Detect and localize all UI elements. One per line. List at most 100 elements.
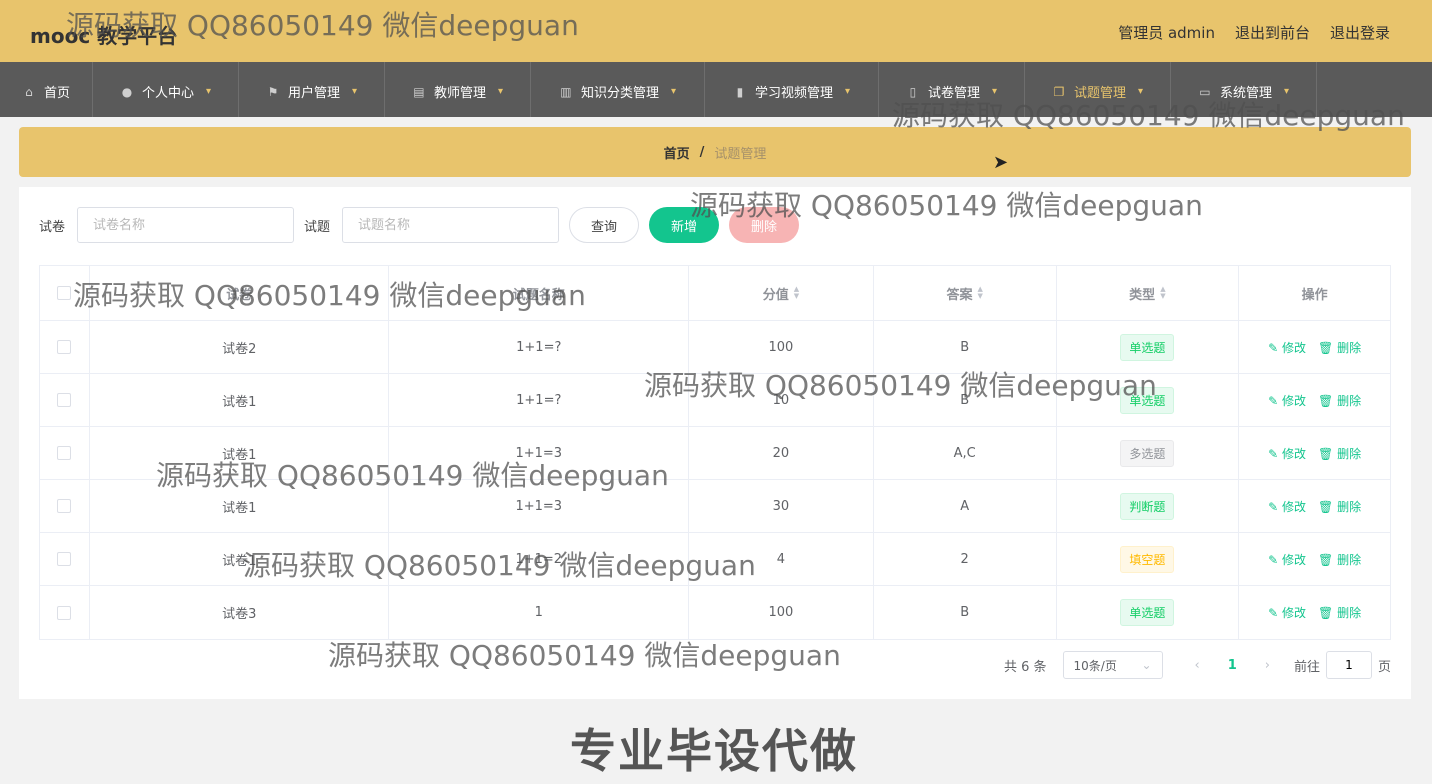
row-actions: ✎ 修改 🗑 删除 bbox=[1268, 445, 1361, 462]
row-actions: ✎ 修改 🗑 删除 bbox=[1268, 604, 1361, 621]
row-actions: ✎ 修改 🗑 删除 bbox=[1268, 551, 1361, 568]
edit-icon: ✎ bbox=[1268, 499, 1279, 514]
next-page-icon[interactable]: › bbox=[1265, 658, 1270, 673]
column-header: 答案 bbox=[946, 287, 973, 303]
nav-item-questions[interactable]: ❐ 试题管理 ▾ bbox=[1025, 62, 1171, 117]
chevron-down-icon: ▾ bbox=[844, 86, 851, 97]
nav-item-teachers[interactable]: ▤ 教师管理 ▾ bbox=[385, 62, 531, 117]
edit-button[interactable]: ✎ 修改 bbox=[1268, 551, 1306, 568]
edit-button[interactable]: ✎ 修改 bbox=[1268, 498, 1306, 515]
sort-icon[interactable]: ▲ ▼ bbox=[794, 286, 799, 300]
question-cell: 1+1=2 bbox=[515, 551, 563, 567]
sort-icon[interactable]: ▲ ▼ bbox=[1160, 286, 1165, 300]
edit-label: 修改 bbox=[1282, 393, 1307, 408]
main-content: 试卷 试题 查询 新增 删除 试卷 试题名称 分值 ▲▼ 答案 ▲▼ 类型 ▲▼ 操作… bbox=[19, 187, 1411, 699]
teacher-icon: ▤ bbox=[413, 84, 425, 99]
trash-icon: 🗑 bbox=[1318, 499, 1334, 514]
page-size-select[interactable]: 10条/页 ⌄ bbox=[1062, 651, 1163, 679]
trash-icon: 🗑 bbox=[1318, 393, 1334, 408]
nav-item-users[interactable]: ⚑ 用户管理 ▾ bbox=[239, 62, 385, 117]
category-icon: ▥ bbox=[560, 84, 572, 99]
chart-icon: ▮ bbox=[736, 84, 744, 99]
paper-cell: 试卷3 bbox=[222, 607, 257, 622]
table-row: 试卷3 1 100 B 单选题 ✎ 修改 🗑 删除 bbox=[40, 586, 1390, 639]
edit-button[interactable]: ✎ 修改 bbox=[1268, 339, 1306, 356]
paper-cell: 试卷1 bbox=[222, 447, 257, 463]
score-cell: 100 bbox=[768, 339, 794, 355]
table-row: 试卷1 1+1=3 20 A,C 多选题 ✎ 修改 🗑 删除 bbox=[40, 427, 1390, 480]
nav-label: 系统管理 bbox=[1219, 86, 1272, 101]
chevron-down-icon: ▾ bbox=[670, 86, 677, 97]
edit-label: 修改 bbox=[1282, 499, 1307, 514]
paper-cell: 试卷1 bbox=[222, 394, 257, 410]
delete-label: 删除 bbox=[1337, 446, 1362, 461]
query-button[interactable]: 查询 bbox=[569, 207, 640, 243]
row-checkbox[interactable] bbox=[57, 605, 72, 620]
edit-button[interactable]: ✎ 修改 bbox=[1268, 392, 1306, 409]
answer-cell: B bbox=[960, 392, 970, 408]
breadcrumb-separator: / bbox=[699, 144, 705, 160]
logout-link[interactable]: 退出登录 bbox=[1330, 22, 1390, 43]
nav-item-profile[interactable]: ● 个人中心 ▾ bbox=[93, 62, 239, 117]
delete-label: 删除 bbox=[1337, 393, 1362, 408]
goto-page-input[interactable] bbox=[1325, 651, 1372, 679]
answer-cell: A bbox=[960, 498, 970, 514]
row-checkbox[interactable] bbox=[57, 340, 72, 354]
nav-item-system[interactable]: ▭ 系统管理 ▾ bbox=[1171, 62, 1317, 117]
delete-button[interactable]: 🗑 删除 bbox=[1318, 445, 1361, 462]
breadcrumb-home[interactable]: 首页 bbox=[664, 143, 690, 162]
table-row: 试卷2 1+1=? 100 B 单选题 ✎ 修改 🗑 删除 bbox=[40, 321, 1390, 374]
answer-cell: 2 bbox=[960, 551, 969, 567]
answer-cell: B bbox=[960, 605, 970, 620]
main-nav: ⌂ 首页 ● 个人中心 ▾ ⚑ 用户管理 ▾ ▤ 教师管理 ▾ ▥ 知识分类管理… bbox=[0, 62, 1432, 117]
edit-icon: ✎ bbox=[1268, 606, 1279, 620]
column-header: 试卷 bbox=[226, 287, 253, 303]
total-count: 共 6 条 bbox=[1003, 659, 1047, 675]
delete-button[interactable]: 🗑 删除 bbox=[1318, 392, 1361, 409]
answer-cell: A,C bbox=[953, 445, 976, 461]
admin-label: 管理员 admin bbox=[1118, 24, 1215, 42]
score-cell: 30 bbox=[772, 498, 790, 514]
chevron-down-icon: ▾ bbox=[205, 86, 212, 97]
chevron-down-icon: ▾ bbox=[497, 86, 504, 97]
select-all-checkbox[interactable] bbox=[57, 286, 72, 300]
score-cell: 100 bbox=[768, 605, 794, 620]
nav-label: 个人中心 bbox=[141, 86, 194, 101]
row-checkbox[interactable] bbox=[57, 446, 72, 460]
nav-label: 试题管理 bbox=[1073, 86, 1126, 101]
table-row: 试卷1 1+1=2 4 2 填空题 ✎ 修改 🗑 删除 bbox=[40, 533, 1390, 586]
question-cell: 1+1=3 bbox=[515, 445, 563, 461]
mouse-cursor-icon: ➤ bbox=[993, 152, 1009, 173]
nav-item-papers[interactable]: ▯ 试卷管理 ▾ bbox=[879, 62, 1025, 117]
add-button[interactable]: 新增 bbox=[649, 207, 720, 243]
app-logo: mooc 教学平台 bbox=[30, 24, 178, 48]
delete-button[interactable]: 🗑 删除 bbox=[1318, 339, 1361, 356]
question-cell: 1 bbox=[534, 605, 543, 620]
nav-item-home[interactable]: ⌂ 首页 bbox=[0, 62, 93, 117]
edit-button[interactable]: ✎ 修改 bbox=[1268, 445, 1306, 462]
column-header: 操作 bbox=[1301, 287, 1328, 303]
delete-button[interactable]: 🗑 删除 bbox=[1318, 498, 1361, 515]
paper-search-input[interactable] bbox=[77, 207, 295, 243]
edit-button[interactable]: ✎ 修改 bbox=[1268, 604, 1306, 621]
sort-icon[interactable]: ▲ ▼ bbox=[977, 286, 982, 300]
row-checkbox[interactable] bbox=[57, 393, 72, 407]
batch-delete-button[interactable]: 删除 bbox=[729, 207, 800, 243]
question-search-input[interactable] bbox=[342, 207, 560, 243]
row-actions: ✎ 修改 🗑 删除 bbox=[1268, 498, 1361, 515]
delete-button[interactable]: 🗑 删除 bbox=[1318, 551, 1361, 568]
nav-item-categories[interactable]: ▥ 知识分类管理 ▾ bbox=[531, 62, 705, 117]
trash-icon: 🗑 bbox=[1318, 340, 1334, 355]
chevron-down-icon: ▾ bbox=[1137, 86, 1144, 97]
to-front-link[interactable]: 退出到前台 bbox=[1235, 22, 1310, 43]
row-checkbox[interactable] bbox=[57, 552, 72, 566]
current-page[interactable]: 1 bbox=[1228, 658, 1237, 673]
row-actions: ✎ 修改 🗑 删除 bbox=[1268, 392, 1361, 409]
page-unit: 页 bbox=[1377, 659, 1391, 675]
row-checkbox[interactable] bbox=[57, 499, 72, 513]
column-header: 试题名称 bbox=[512, 287, 565, 303]
score-cell: 10 bbox=[772, 392, 790, 408]
prev-page-icon[interactable]: ‹ bbox=[1195, 658, 1200, 673]
delete-button[interactable]: 🗑 删除 bbox=[1318, 604, 1361, 621]
nav-item-videos[interactable]: ▮ 学习视频管理 ▾ bbox=[705, 62, 879, 117]
